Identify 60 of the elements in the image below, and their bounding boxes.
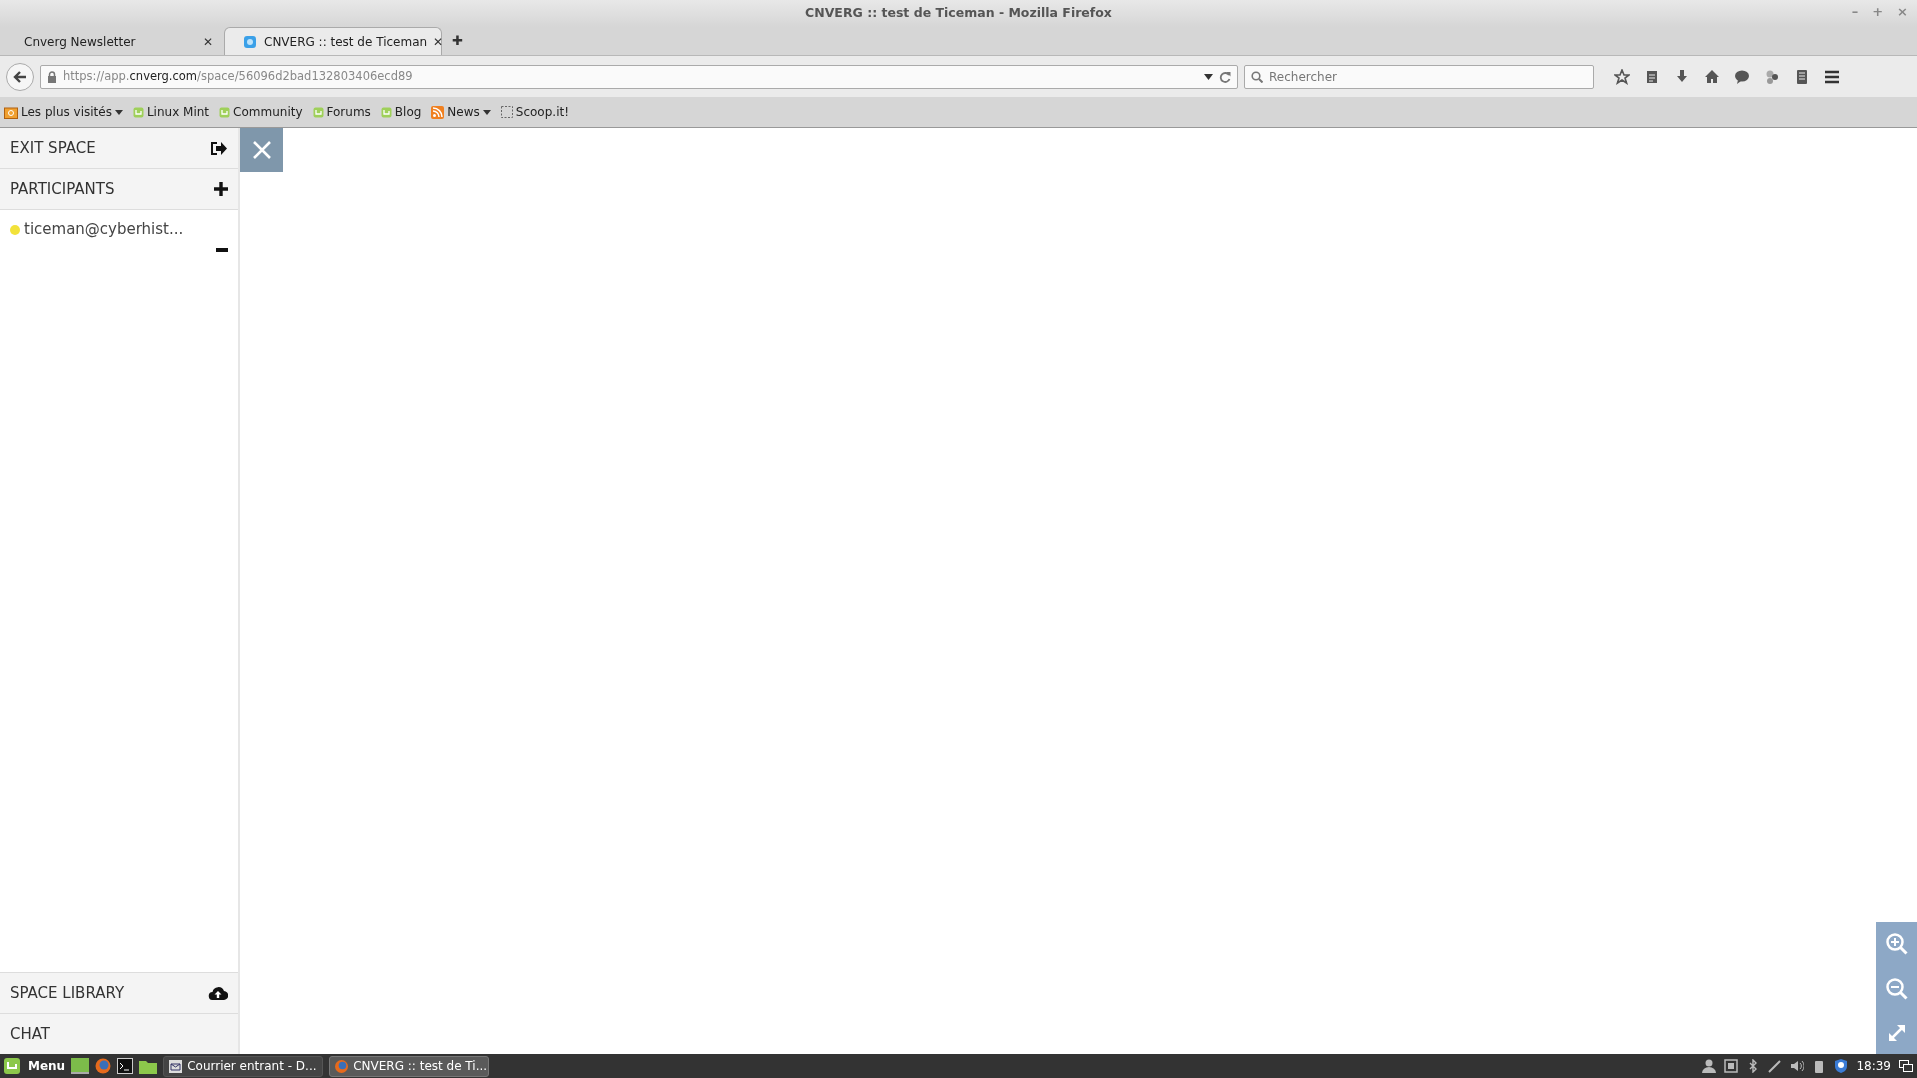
- close-icon: [251, 140, 272, 160]
- close-icon[interactable]: ✕: [202, 32, 213, 51]
- mint-logo-icon: [4, 1058, 20, 1074]
- device-icon[interactable]: [1794, 68, 1810, 85]
- menu-button[interactable]: Menu: [4, 1057, 66, 1075]
- chat-bubble-icon[interactable]: [1734, 68, 1750, 85]
- plus-icon[interactable]: [214, 182, 228, 196]
- menu-icon[interactable]: [1824, 68, 1840, 85]
- taskbar-window-button[interactable]: CNVERG :: test de Ti...: [329, 1055, 490, 1077]
- bookmark-link[interactable]: Blog: [380, 103, 422, 121]
- search-field[interactable]: Rechercher: [1244, 64, 1594, 89]
- circles-icon[interactable]: [1764, 68, 1780, 85]
- reload-icon[interactable]: [1219, 70, 1231, 83]
- clock-text[interactable]: 18:39: [1856, 1057, 1891, 1075]
- star-icon[interactable]: [1614, 68, 1630, 85]
- bookmark-link[interactable]: Forums: [312, 103, 371, 121]
- sidebar-item[interactable]: SPACE LIBRARY: [0, 972, 238, 1013]
- back-button[interactable]: [6, 62, 34, 91]
- show-desktop-icon[interactable]: [1899, 1060, 1913, 1072]
- new-tab-button[interactable]: ✚: [442, 31, 473, 51]
- url-text: https://app.cnverg.com/space/56096d2bad132803406ecd89: [63, 67, 414, 85]
- section-label: SPACE LIBRARY: [10, 982, 125, 1004]
- bookmark-link[interactable]: Les plus visités: [4, 103, 123, 121]
- globe-icon: [335, 1059, 349, 1073]
- browser-tab[interactable]: Cnverg Newsletter ✕: [6, 27, 224, 55]
- search-icon: [1251, 70, 1263, 83]
- sidebar-item[interactable]: CHAT: [0, 1013, 238, 1054]
- desktop-icon[interactable]: [71, 1058, 90, 1074]
- rss-icon: [431, 105, 445, 119]
- window-icon[interactable]: [1724, 1059, 1739, 1073]
- speaker-icon[interactable]: [1790, 1059, 1805, 1073]
- globe-icon[interactable]: [95, 1058, 112, 1074]
- cloud-upload-icon[interactable]: [208, 986, 228, 1000]
- dashed-square-icon: [500, 106, 513, 118]
- browser-tab[interactable]: CNVERG :: test de Ticeman ✕: [224, 27, 442, 55]
- section-label: CHAT: [10, 1023, 50, 1045]
- back-arrow-icon: [13, 69, 27, 84]
- sidebar-item[interactable]: PARTICIPANTS: [0, 169, 238, 210]
- address-field[interactable]: https://app.cnverg.com/space/56096d2bad132803406ecd89: [40, 64, 1238, 89]
- home-icon[interactable]: [1704, 68, 1720, 85]
- window-title: CNVERG :: test de Ticeman - Mozilla Firefox: [805, 4, 1112, 23]
- section-label: EXIT SPACE: [10, 137, 96, 159]
- participant-name: ticeman@cyberhist...: [24, 219, 184, 240]
- clipboard-icon[interactable]: [1644, 68, 1660, 85]
- shield-icon[interactable]: [1834, 1059, 1849, 1073]
- bookmark-link[interactable]: Linux Mint: [132, 103, 210, 121]
- exit-icon[interactable]: [210, 140, 228, 156]
- bookmark-link[interactable]: Community: [219, 103, 303, 121]
- sidebar-item[interactable]: EXIT SPACE: [0, 128, 238, 169]
- terminal-icon[interactable]: [117, 1058, 134, 1074]
- bookmark-link[interactable]: Scoop.it!: [500, 103, 569, 121]
- dropdown-caret-icon[interactable]: [1204, 73, 1213, 80]
- close-button[interactable]: [240, 128, 283, 172]
- lock-icon: [47, 70, 57, 83]
- taskbar-window-button[interactable]: Courrier entrant - D...: [163, 1055, 324, 1077]
- close-icon[interactable]: ✕: [433, 32, 444, 51]
- section-label: PARTICIPANTS: [10, 178, 115, 200]
- bookmark-link[interactable]: News: [431, 103, 491, 121]
- person-icon[interactable]: [1702, 1059, 1717, 1073]
- envelope-icon: [169, 1059, 183, 1073]
